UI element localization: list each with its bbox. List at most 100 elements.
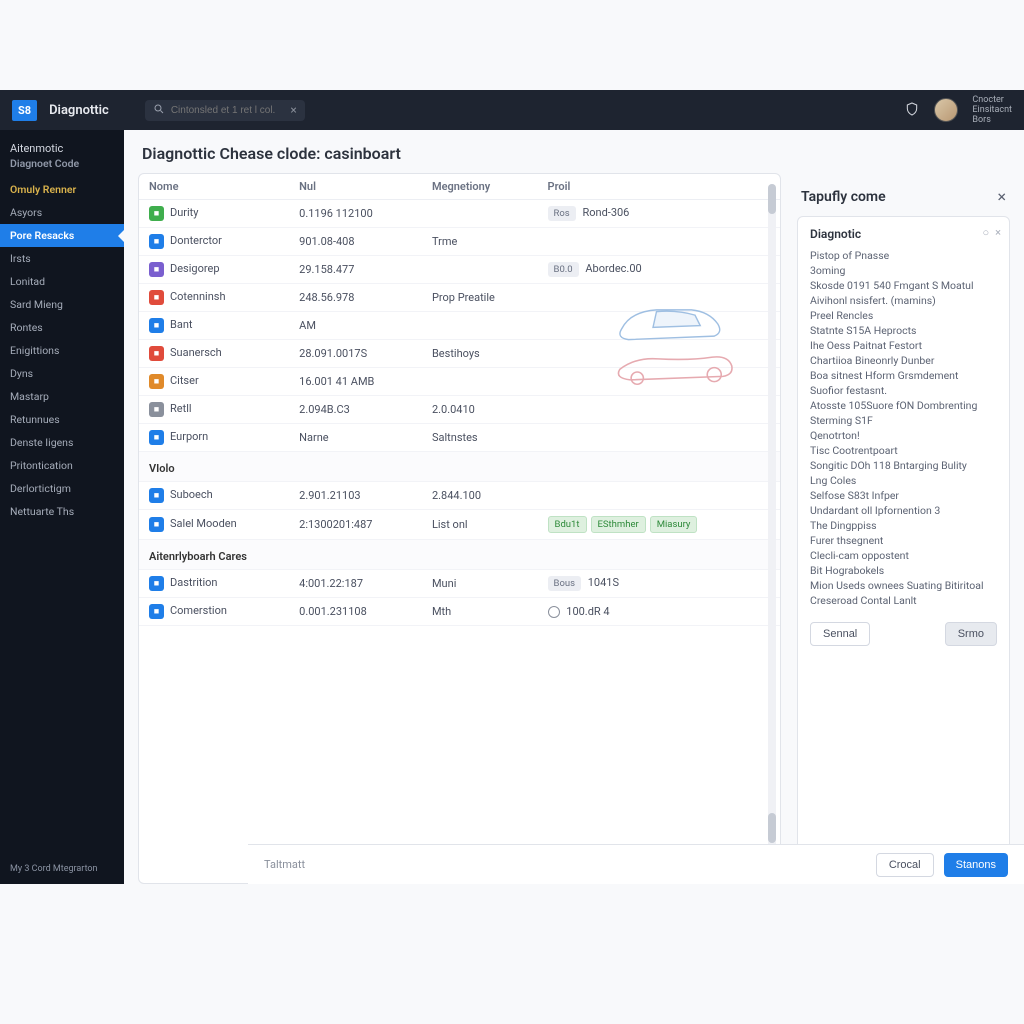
radio-icon[interactable] [548, 606, 560, 618]
sidebar-item-4[interactable]: Lonitad [0, 270, 124, 293]
row-status-icon: ■ [149, 262, 164, 277]
info-line: Tisc Cootrentpoart [810, 443, 997, 458]
close-icon[interactable]: × [997, 187, 1006, 206]
info-line: Furer thsegnent [810, 533, 997, 548]
panel-primary-button[interactable]: Srmo [945, 622, 997, 646]
info-line: Undardant oll Ipfornention 3 [810, 503, 997, 518]
table-row[interactable]: ■Suboech2.901.211032.844.100 [139, 482, 780, 510]
sidebar-footer: My 3 Cord Mtegrarton [0, 854, 124, 884]
right-panel: Tapufly come × ○ × Diagnotic Pistop of P… [797, 173, 1010, 884]
row-status-icon: ■ [149, 374, 164, 389]
search-icon [153, 103, 165, 118]
footer-bar: Taltmatt Crocal Stanons [248, 844, 1024, 884]
tag-pill[interactable]: ESthmher [591, 516, 646, 533]
row-status-icon: ■ [149, 206, 164, 221]
top-bar: S8 Diagnottic × Cnocter Einsitacnt Bors [0, 90, 1024, 130]
search-clear-icon[interactable]: × [290, 103, 296, 117]
sidebar-item-5[interactable]: Sard Mieng [0, 293, 124, 316]
info-line: Boa sitnest Hform Grsmdement [810, 368, 997, 383]
section-header: Aitenrlyboarh Cares [139, 540, 780, 570]
diagnostic-table: Nome Nul Megnetiony Proil ■Durity0.1196 … [139, 174, 780, 626]
section-header: VIolo [139, 452, 780, 482]
footer-confirm-button[interactable]: Stanons [944, 853, 1008, 877]
user-meta: Cnocter Einsitacnt Bors [972, 95, 1012, 125]
right-panel-title: Tapufly come [801, 189, 886, 205]
row-status-icon: ■ [149, 576, 164, 591]
card-title: Diagnotic [810, 227, 997, 242]
row-status-icon: ■ [149, 488, 164, 503]
diagnostic-info-card: ○ × Diagnotic Pistop of Pnasse3omingSkos… [797, 216, 1010, 884]
info-line: Ihe Oess Paitnat Festort [810, 338, 997, 353]
col-meg[interactable]: Megnetiony [422, 174, 538, 200]
footer-cancel-button[interactable]: Crocal [876, 853, 934, 877]
sidebar-item-14[interactable]: Nettuarte Ths [0, 500, 124, 523]
info-line: Lng Coles [810, 473, 997, 488]
info-line: Creseroad Contal Lanlt [810, 593, 997, 608]
info-line: Selfose S83t Infper [810, 488, 997, 503]
table-row[interactable]: ■Comerstion0.001.231108Mth 100.dR 4 [139, 598, 780, 626]
info-line: Skosde 0191 540 Fmgant S Moatul [810, 278, 997, 293]
app-title: Diagnottic [49, 103, 109, 118]
shield-icon[interactable] [904, 101, 920, 120]
col-proil[interactable]: Proil [538, 174, 780, 200]
tag-pill[interactable]: Miasury [650, 516, 698, 533]
table-row[interactable]: ■Desigorep29.158.477B0.0 Abordec.00 [139, 256, 780, 284]
row-status-icon: ■ [149, 318, 164, 333]
panel-secondary-button[interactable]: Sennal [810, 622, 870, 646]
info-line: 3oming [810, 263, 997, 278]
sidebar-item-2[interactable]: Pore Resacks [0, 224, 124, 247]
sidebar-item-8[interactable]: Dyns [0, 362, 124, 385]
sidebar-item-12[interactable]: Pritontication [0, 454, 124, 477]
info-line: Songitic DOh 118 Bntarging Bulity [810, 458, 997, 473]
sidebar-item-0[interactable]: Omuly Renner [0, 178, 124, 201]
table-row[interactable]: ■Salel Mooden2:1300201:487List onlBdu1tE… [139, 510, 780, 540]
card-close-icon[interactable]: × [995, 225, 1001, 240]
diagnostic-table-card: Nome Nul Megnetiony Proil ■Durity0.1196 … [138, 173, 781, 884]
row-status-icon: ■ [149, 402, 164, 417]
row-status-icon: ■ [149, 517, 164, 532]
page-title: Diagnottic Chease clode: casinboart [142, 144, 401, 163]
sidebar-item-9[interactable]: Mastarp [0, 385, 124, 408]
row-status-icon: ■ [149, 290, 164, 305]
info-line: Mion Useds ownees Suating Bitiritoal [810, 578, 997, 593]
table-scrollbar[interactable] [768, 184, 776, 873]
sidebar-item-13[interactable]: Derlortictigm [0, 477, 124, 500]
table-row[interactable]: ■Donterctor901.08-408Trme [139, 228, 780, 256]
table-row[interactable]: ■Durity0.1196 112100Ros Rond-306 [139, 200, 780, 228]
col-name[interactable]: Nome [139, 174, 289, 200]
sidebar: Aitenmotic Diagnoet Code Omuly RennerAsy… [0, 130, 124, 884]
row-status-icon: ■ [149, 604, 164, 619]
sidebar-header-1: Aitenmotic [0, 138, 124, 157]
info-line: The Dingppiss [810, 518, 997, 533]
table-row[interactable]: ■EurpornNarneSaltnstes [139, 424, 780, 452]
info-line: Pistop of Pnasse [810, 248, 997, 263]
sidebar-header-2: Diagnoet Code [0, 157, 124, 178]
tag-pill: Bous [548, 576, 581, 591]
search-box[interactable]: × [145, 100, 305, 121]
sidebar-item-1[interactable]: Asyors [0, 201, 124, 224]
info-line: Clecli-cam oppostent [810, 548, 997, 563]
tag-pill[interactable]: Bdu1t [548, 516, 587, 533]
info-line: Aivihonl nsisfert. (mamins) [810, 293, 997, 308]
sidebar-item-7[interactable]: Enigittions [0, 339, 124, 362]
info-line: Bit Hograbokels [810, 563, 997, 578]
col-nul[interactable]: Nul [289, 174, 422, 200]
table-row[interactable]: ■Retll2.094B.C32.0.0410 [139, 396, 780, 424]
tag-pill: Ros [548, 206, 576, 221]
info-line: Atosste 105Suore fON Dombrenting [810, 398, 997, 413]
app-logo: S8 [12, 100, 37, 121]
info-line: Suofior festasnt. [810, 383, 997, 398]
sidebar-item-10[interactable]: Retunnues [0, 408, 124, 431]
search-input[interactable] [171, 105, 285, 116]
sidebar-item-6[interactable]: Rontes [0, 316, 124, 339]
table-row[interactable]: ■Dastrition4:001.22:187MuniBous 1041S [139, 570, 780, 598]
info-line: Statnte S15A Heprocts [810, 323, 997, 338]
vehicle-illustration [604, 294, 744, 394]
info-line: Sterming S1F [810, 413, 997, 428]
sidebar-item-11[interactable]: Denste Iigens [0, 431, 124, 454]
user-avatar[interactable] [934, 98, 958, 122]
sidebar-item-3[interactable]: Irsts [0, 247, 124, 270]
info-line: Chartiioa Bineonrly Dunber [810, 353, 997, 368]
card-settings-icon[interactable]: ○ [982, 225, 989, 240]
info-line: Qenotrton! [810, 428, 997, 443]
